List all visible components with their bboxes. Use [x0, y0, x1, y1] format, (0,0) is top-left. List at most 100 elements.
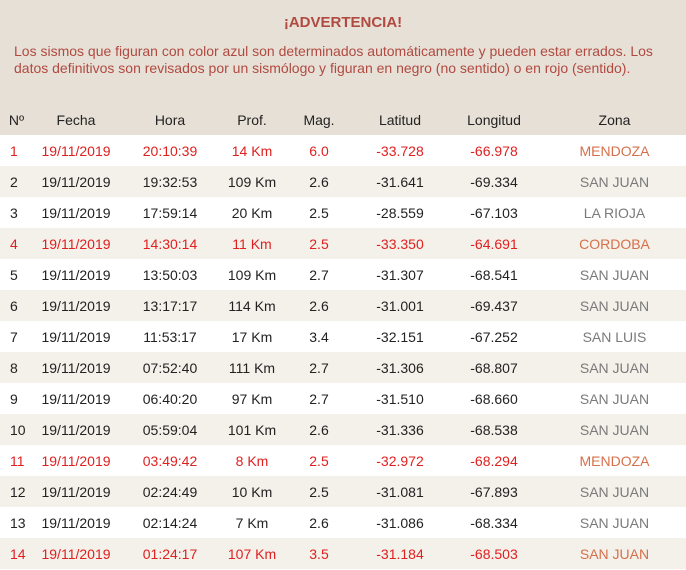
header-zona: Zona	[598, 112, 631, 128]
cell-longitud: -68.538	[470, 421, 518, 438]
cell-prof: 111 Km	[228, 359, 276, 376]
cell-fecha: 19/11/2019	[41, 142, 111, 159]
cell-latitud: -31.336	[376, 421, 424, 438]
table-row[interactable]: 12 19/11/2019 02:24:49 10 Km 2.5 -31.081…	[0, 476, 686, 507]
cell-number: 10	[10, 421, 26, 438]
cell-zona: SAN JUAN	[579, 545, 650, 562]
header-prof: Prof.	[237, 112, 267, 128]
cell-zona: MENDOZA	[579, 452, 650, 469]
cell-longitud: -68.503	[470, 545, 518, 562]
table-row[interactable]: 3 19/11/2019 17:59:14 20 Km 2.5 -28.559 …	[0, 197, 686, 228]
table-row[interactable]: 4 19/11/2019 14:30:14 11 Km 2.5 -33.350 …	[0, 228, 686, 259]
cell-mag: 3.4	[309, 328, 329, 345]
header-mag: Mag.	[303, 112, 335, 128]
cell-mag: 2.7	[309, 390, 329, 407]
cell-fecha: 19/11/2019	[41, 297, 111, 314]
cell-number: 14	[10, 545, 26, 562]
cell-number: 1	[10, 142, 18, 159]
cell-latitud: -33.728	[376, 142, 424, 159]
table-row[interactable]: 6 19/11/2019 13:17:17 114 Km 2.6 -31.001…	[0, 290, 686, 321]
cell-zona: SAN JUAN	[579, 421, 650, 438]
warning-text: Los sismos que figuran con color azul so…	[14, 43, 653, 76]
cell-latitud: -31.081	[376, 483, 424, 500]
cell-hora: 19:32:53	[142, 173, 198, 190]
cell-hora: 11:53:17	[143, 328, 197, 345]
cell-hora: 17:59:14	[142, 204, 198, 221]
table-row[interactable]: 11 19/11/2019 03:49:42 8 Km 2.5 -32.972 …	[0, 445, 686, 476]
cell-hora: 13:17:17	[142, 297, 198, 314]
cell-hora: 07:52:40	[142, 359, 198, 376]
cell-prof: 20 Km	[231, 204, 273, 221]
cell-prof: 14 Km	[231, 142, 273, 159]
cell-hora: 01:24:17	[142, 545, 198, 562]
cell-zona: SAN JUAN	[579, 173, 650, 190]
cell-longitud: -64.691	[470, 235, 518, 252]
cell-longitud: -67.103	[470, 204, 518, 221]
cell-hora: 02:24:49	[142, 483, 198, 500]
cell-fecha: 19/11/2019	[41, 483, 111, 500]
warning-title: ¡ADVERTENCIA!	[283, 14, 403, 31]
cell-zona: SAN JUAN	[579, 297, 650, 314]
cell-longitud: -68.334	[470, 514, 518, 531]
cell-longitud: -68.541	[470, 266, 518, 283]
table-row[interactable]: 13 19/11/2019 02:14:24 7 Km 2.6 -31.086 …	[0, 507, 686, 538]
header-number: Nº	[8, 112, 25, 128]
cell-longitud: -68.294	[470, 452, 518, 469]
cell-number: 13	[10, 514, 26, 531]
cell-mag: 2.7	[309, 266, 329, 283]
table-row[interactable]: 14 19/11/2019 01:24:17 107 Km 3.5 -31.18…	[0, 538, 686, 569]
table-header-row: Nº Fecha Hora Prof. Mag. Latitud Longitu…	[0, 105, 686, 135]
cell-hora: 05:59:04	[142, 421, 198, 438]
table-row[interactable]: 5 19/11/2019 13:50:03 109 Km 2.7 -31.307…	[0, 259, 686, 290]
cell-fecha: 19/11/2019	[41, 173, 111, 190]
warning-panel: ¡ADVERTENCIA! Los sismos que figuran con…	[0, 0, 686, 105]
cell-number: 12	[10, 483, 26, 500]
header-fecha: Fecha	[56, 112, 96, 128]
cell-number: 9	[10, 390, 18, 407]
cell-longitud: -67.893	[470, 483, 518, 500]
cell-zona: SAN JUAN	[579, 266, 650, 283]
table-body: 1 19/11/2019 20:10:39 14 Km 6.0 -33.728 …	[0, 135, 686, 569]
cell-hora: 02:14:24	[142, 514, 198, 531]
table-row[interactable]: 8 19/11/2019 07:52:40 111 Km 2.7 -31.306…	[0, 352, 686, 383]
cell-prof: 109 Km	[227, 266, 277, 283]
cell-fecha: 19/11/2019	[41, 421, 111, 438]
cell-mag: 6.0	[309, 142, 329, 159]
cell-prof: 10 Km	[231, 483, 273, 500]
cell-zona: SAN JUAN	[579, 359, 650, 376]
cell-number: 3	[10, 204, 18, 221]
cell-zona: SAN JUAN	[579, 483, 650, 500]
cell-mag: 2.6	[309, 514, 329, 531]
cell-number: 5	[10, 266, 18, 283]
cell-fecha: 19/11/2019	[41, 359, 111, 376]
cell-mag: 3.5	[309, 545, 329, 562]
table-row[interactable]: 10 19/11/2019 05:59:04 101 Km 2.6 -31.33…	[0, 414, 686, 445]
header-longitud: Longitud	[467, 112, 521, 128]
cell-longitud: -69.334	[470, 173, 518, 190]
cell-hora: 03:49:42	[142, 452, 198, 469]
cell-latitud: -32.972	[376, 452, 424, 469]
cell-mag: 2.5	[309, 235, 329, 252]
cell-zona: CORDOBA	[579, 235, 650, 252]
cell-longitud: -66.978	[470, 142, 518, 159]
cell-latitud: -31.510	[376, 390, 424, 407]
cell-number: 8	[10, 359, 18, 376]
cell-prof: 7 Km	[235, 514, 269, 531]
cell-number: 11	[10, 452, 25, 469]
cell-hora: 06:40:20	[142, 390, 198, 407]
cell-latitud: -31.307	[376, 266, 424, 283]
cell-prof: 107 Km	[227, 545, 277, 562]
cell-fecha: 19/11/2019	[41, 266, 111, 283]
cell-number: 2	[10, 173, 18, 190]
table-row[interactable]: 1 19/11/2019 20:10:39 14 Km 6.0 -33.728 …	[0, 135, 686, 166]
table-row[interactable]: 7 19/11/2019 11:53:17 17 Km 3.4 -32.151 …	[0, 321, 686, 352]
table-row[interactable]: 2 19/11/2019 19:32:53 109 Km 2.6 -31.641…	[0, 166, 686, 197]
cell-number: 6	[10, 297, 18, 314]
cell-prof: 8 Km	[235, 452, 269, 469]
table-row[interactable]: 9 19/11/2019 06:40:20 97 Km 2.7 -31.510 …	[0, 383, 686, 414]
cell-prof: 11 Km	[232, 235, 272, 252]
cell-fecha: 19/11/2019	[41, 328, 111, 345]
cell-hora: 13:50:03	[142, 266, 198, 283]
cell-longitud: -68.660	[470, 390, 518, 407]
cell-hora: 14:30:14	[142, 235, 198, 252]
